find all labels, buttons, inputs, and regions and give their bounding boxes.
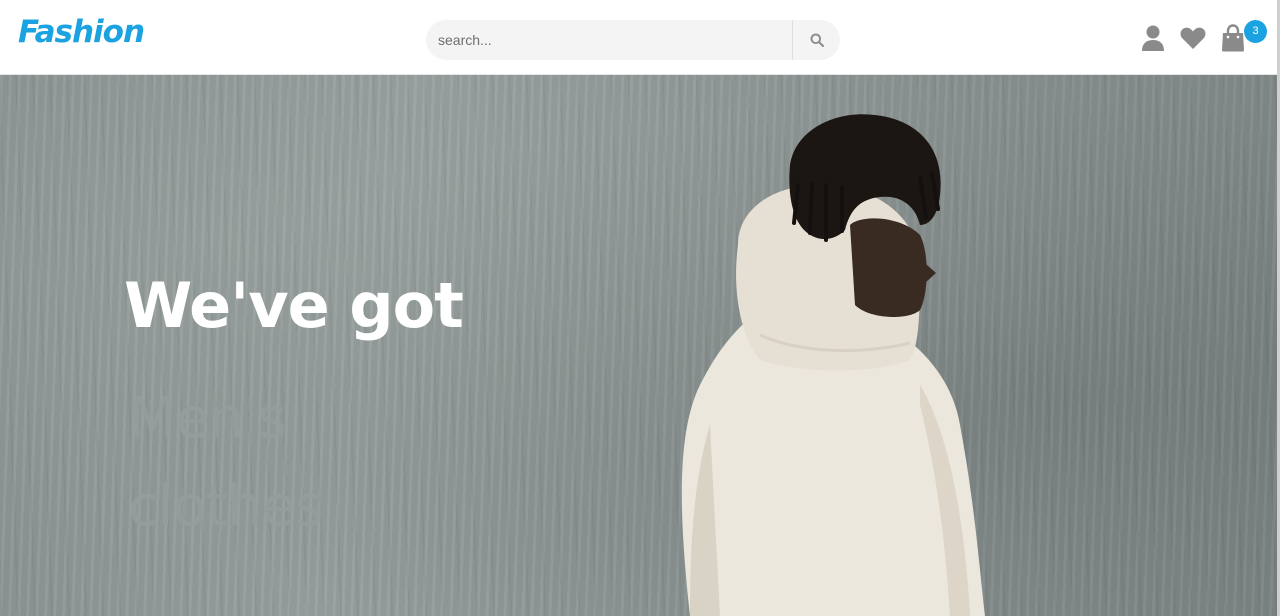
hero-banner: We've got Men's clothes bbox=[0, 75, 1278, 616]
search-icon bbox=[810, 33, 824, 47]
heart-icon bbox=[1180, 27, 1206, 49]
logo[interactable]: Fashion bbox=[18, 14, 145, 50]
search-button[interactable] bbox=[792, 20, 840, 60]
hero-headline: We've got bbox=[124, 269, 464, 342]
search-bar bbox=[426, 20, 840, 60]
cart-count-badge: 3 bbox=[1244, 20, 1267, 43]
hero-rotating-text: Men's clothes bbox=[128, 386, 324, 539]
search-input[interactable] bbox=[426, 20, 792, 60]
account-button[interactable] bbox=[1140, 24, 1168, 52]
user-icon bbox=[1142, 25, 1164, 51]
wishlist-button[interactable] bbox=[1179, 24, 1207, 52]
shopping-bag-icon bbox=[1222, 24, 1244, 52]
site-header: Fashion 3 bbox=[0, 0, 1280, 75]
model-in-hoodie-image bbox=[681, 114, 985, 616]
